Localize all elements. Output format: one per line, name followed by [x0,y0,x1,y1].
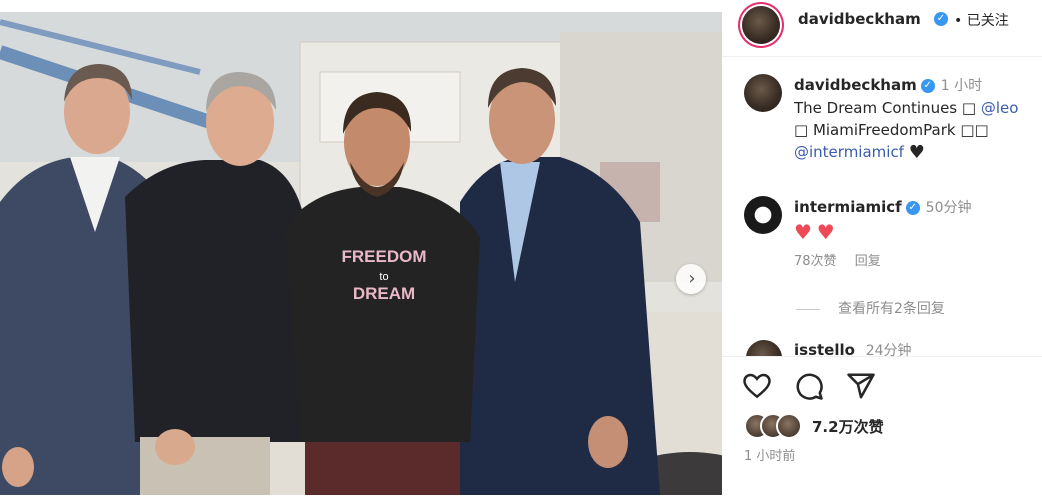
instagram-post-view: FREEDOM to DREAM › davidbeckham ✓ • 已关注 … [0,0,1042,496]
caption-time[interactable]: 1 小时 [941,78,982,94]
next-photo-button[interactable]: › [676,264,706,294]
mention-leo[interactable]: @leo [981,99,1019,117]
caption-username[interactable]: davidbeckham [794,76,917,94]
share-icon[interactable] [846,371,876,401]
comment-body: intermiamicf ✓ 50分钟 ♥ ♥ 78次赞 回复 [794,196,1042,273]
follow-status[interactable]: • 已关注 [954,10,1009,30]
comment-time[interactable]: 50分钟 [926,200,972,216]
post-sidebar: davidbeckham ✓ • 已关注 davidbeckham ✓ 1 小时 T… [722,0,1042,496]
view-replies-label: 查看所有2条回复 [838,301,945,317]
author-avatar[interactable] [742,6,780,44]
liker-avatar [776,413,802,439]
shirt-line-3: DREAM [353,284,415,303]
post-header: davidbeckham ✓ • 已关注 [722,0,1042,57]
black-heart-icon: ♥ [908,141,925,163]
author-username[interactable]: davidbeckham [798,10,921,28]
top-strip [0,0,722,12]
heart-icon[interactable] [742,371,772,401]
view-replies-button[interactable]: 查看所有2条回复 [796,298,945,318]
red-heart-icon: ♥ [816,220,835,244]
reply-button[interactable]: 回复 [855,254,881,269]
comment-icon[interactable] [794,371,824,401]
comment-likes[interactable]: 78次赞 [794,254,837,269]
shirt-line-1: FREEDOM [342,247,427,266]
partial-commenter-username[interactable]: isstello [794,341,855,356]
verified-badge-icon: ✓ [934,12,948,26]
caption-body: davidbeckham ✓ 1 小时 The Dream Continues □ … [794,74,1042,164]
red-heart-icon: ♥ [794,220,812,244]
partial-comment: isstello 24分钟 [722,338,1042,356]
chevron-right-icon: › [688,268,696,289]
caption-line-2: □ MiamiFreedomPark □□ [794,121,989,139]
partial-commenter-avatar[interactable] [746,340,782,356]
caption-line-1: The Dream Continues □ [794,99,977,117]
verified-badge-icon: ✓ [905,200,920,215]
replies-divider [796,308,820,310]
post-actions: 7.2万次赞 1 小时前 [722,356,1042,496]
verified-badge-icon: ✓ [920,78,935,93]
caption-avatar[interactable] [744,74,782,112]
likes-count: 7.2万次赞 [812,418,884,436]
shirt-line-2: to [379,271,388,283]
post-photo[interactable]: FREEDOM to DREAM › [0,12,722,495]
photo-illustration: FREEDOM to DREAM [0,12,722,495]
post-time[interactable]: 1 小时前 [744,445,795,464]
partial-comment-time: 24分钟 [865,343,912,356]
mention-intermiamicf[interactable]: @intermiamicf [794,143,904,161]
commenter-username[interactable]: intermiamicf [794,198,902,216]
commenter-avatar[interactable] [744,196,782,234]
